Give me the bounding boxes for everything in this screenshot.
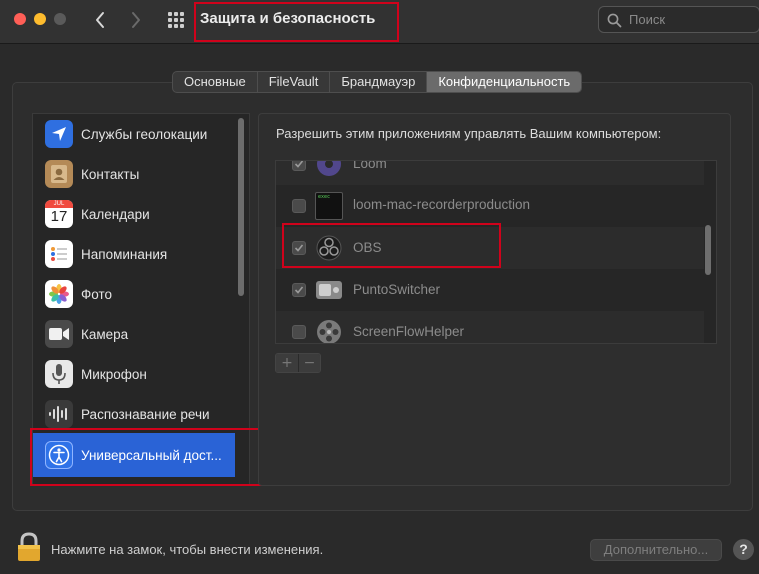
lock-icon[interactable] [16,532,42,562]
sidebar-item-microphone[interactable]: Микрофон [33,354,249,394]
exec-label: exec [318,194,331,200]
window-title: Защита и безопасность [200,10,376,27]
privacy-category-list[interactable]: Службы геолокации Контакты JUL 17 Календ… [32,113,250,486]
tab-general[interactable]: Основные [173,72,258,92]
forward-button[interactable] [124,8,148,32]
list-item-loom-mac-recorderproduction[interactable]: exec loom-mac-recorderproduction [276,185,704,227]
chevron-left-icon [96,12,104,28]
search-icon [607,13,622,28]
sidebar-item-label: Напоминания [81,246,168,262]
add-remove-buttons: + − [275,353,321,373]
checkbox-loom[interactable] [292,161,306,171]
checkbox-obs[interactable] [292,241,306,255]
terminal-exec-icon: exec [315,192,343,220]
accessibility-icon [45,441,73,469]
chevron-right-icon [132,12,140,28]
calendar-icon: JUL 17 [45,200,73,228]
sidebar-item-calendars[interactable]: JUL 17 Календари [33,194,249,234]
checkbox-screenflowhelper[interactable] [292,325,306,339]
list-item-obs[interactable]: OBS [276,227,704,269]
app-name: loom-mac-recorderproduction [353,197,531,212]
sidebar-item-label: Микрофон [81,366,147,382]
tab-privacy[interactable]: Конфиденциальность [427,72,582,92]
app-name: Loom [353,160,387,171]
contacts-icon [45,160,73,188]
sidebar-item-label: Распознавание речи [81,406,210,422]
lock-hint-text: Нажмите на замок, чтобы внести изменения… [51,542,324,557]
speech-recognition-icon [45,400,73,428]
panel-heading: Разрешить этим приложениям управлять Ваш… [276,126,662,141]
reminders-icon [45,240,73,268]
loom-icon [317,161,341,176]
advanced-button[interactable]: Дополнительно... [590,539,722,561]
sidebar-item-accessibility[interactable]: Универсальный дост... [33,433,235,477]
app-name: OBS [353,240,382,255]
back-button[interactable] [88,8,112,32]
tab-filevault[interactable]: FileVault [258,72,331,92]
sidebar-item-reminders[interactable]: Напоминания [33,234,249,274]
title-bar: Защита и безопасность [0,0,759,44]
help-button[interactable]: ? [733,539,754,560]
app-name: ScreenFlowHelper [353,324,465,339]
sidebar-item-label: Службы геолокации [81,126,208,142]
tab-bar: Основные FileVault Брандмауэр Конфиденци… [172,71,583,93]
punto-switcher-icon [316,281,342,299]
sidebar-item-label: Универсальный дост... [81,447,222,463]
remove-app-button[interactable]: − [297,354,320,372]
sidebar-item-label: Календари [81,206,150,222]
tab-firewall[interactable]: Брандмауэр [330,72,428,92]
sidebar-item-photos[interactable]: Фото [33,274,249,314]
sidebar-item-contacts[interactable]: Контакты [33,154,249,194]
location-arrow-icon [45,120,73,148]
sidebar-item-label: Камера [81,326,129,342]
screenflow-icon [317,320,341,343]
obs-icon [316,235,342,261]
sidebar-item-location[interactable]: Службы геолокации [33,114,249,154]
search-input[interactable] [629,10,755,29]
photos-icon [45,280,73,308]
sidebar-item-speech-recognition[interactable]: Распознавание речи [33,394,249,434]
calendar-month: JUL [45,200,73,208]
list-item-puntoswitcher[interactable]: PuntoSwitcher [276,269,704,311]
sidebar-item-label: Фото [81,286,113,302]
list-item-screenflowhelper[interactable]: ScreenFlowHelper [276,311,704,343]
grid-icon [168,12,184,28]
sidebar-scrollbar-thumb[interactable] [238,118,244,296]
sidebar-item-camera[interactable]: Камера [33,314,249,354]
app-name: PuntoSwitcher [353,282,441,297]
list-item-loom[interactable]: Loom [276,160,704,185]
search-field[interactable] [598,6,759,33]
checkbox-puntoswitcher[interactable] [292,283,306,297]
camera-icon [45,320,73,348]
microphone-icon [45,360,73,388]
sidebar-item-label: Контакты [81,166,140,182]
zoom-window-button[interactable] [54,13,66,25]
checkbox-loom-mac-recorderproduction[interactable] [292,199,306,213]
show-all-button[interactable] [166,10,186,30]
app-list[interactable]: Loom exec loom-mac-recorderproduction OB… [275,160,717,344]
minimize-window-button[interactable] [34,13,46,25]
add-app-button[interactable]: + [276,354,298,372]
close-window-button[interactable] [14,13,26,25]
calendar-day: 17 [50,208,68,225]
app-list-scrollbar-thumb[interactable] [705,225,711,275]
